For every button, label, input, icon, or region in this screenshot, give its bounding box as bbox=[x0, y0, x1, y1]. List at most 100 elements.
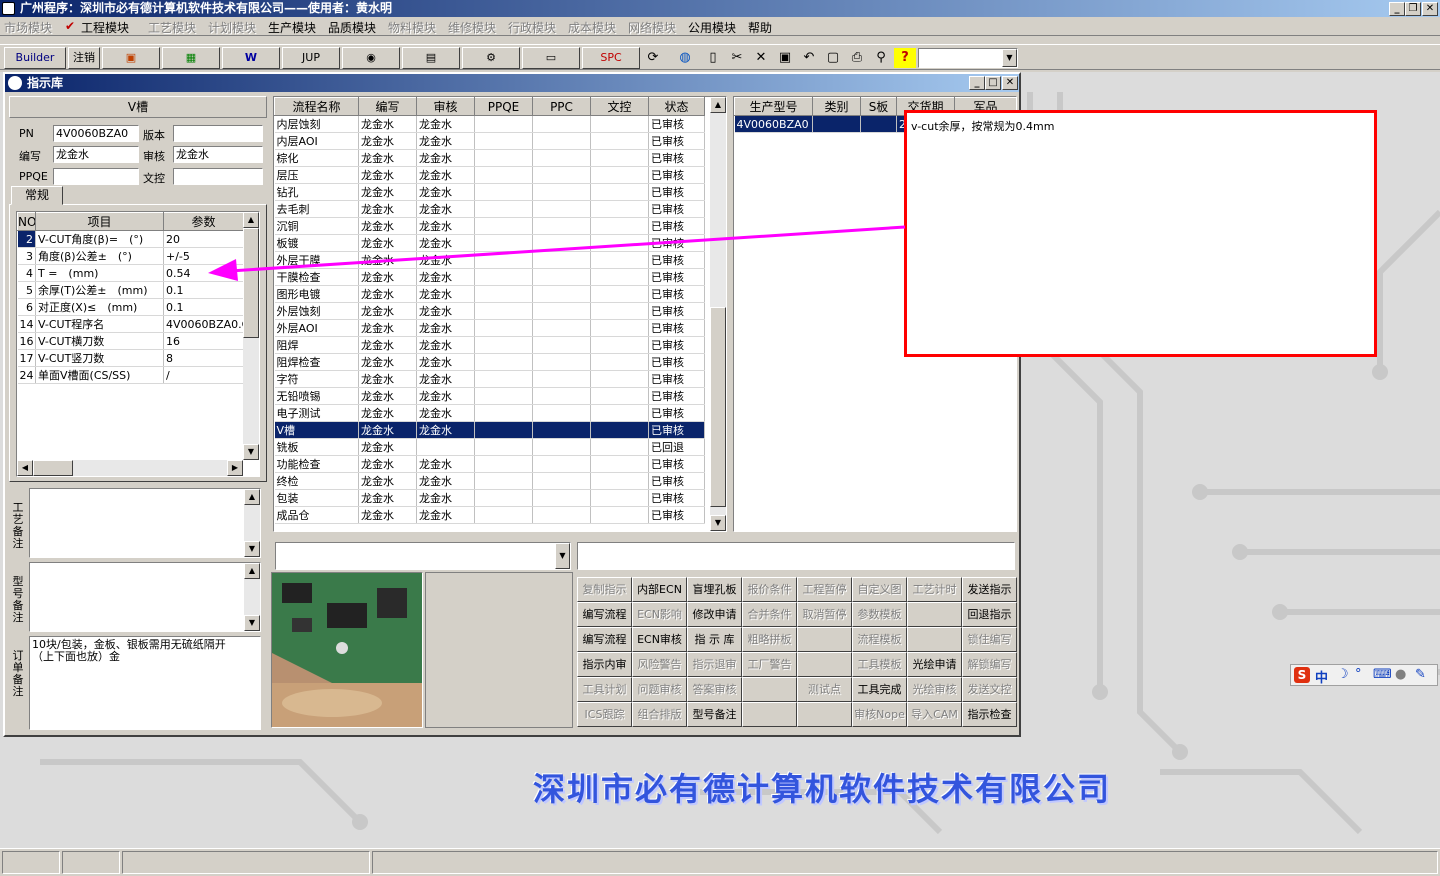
scroll-down-icon[interactable]: ▼ bbox=[243, 444, 259, 460]
action-button[interactable]: 导入CAM bbox=[907, 702, 962, 727]
print-icon[interactable]: ⎙ bbox=[846, 48, 868, 68]
action-button[interactable]: 工艺计时 bbox=[907, 577, 962, 602]
process-row[interactable]: V槽 龙金水 龙金水 已审核 bbox=[274, 421, 705, 439]
action-button[interactable]: 答案审核 bbox=[687, 677, 742, 702]
process-col-header[interactable]: 状态 bbox=[648, 97, 705, 116]
keyboard-icon[interactable]: ⌨ bbox=[1373, 667, 1392, 682]
note-textarea[interactable]: 10块/包装，金板、银板需用无硫纸隔开（上下面也放）金 bbox=[29, 636, 261, 730]
param-row[interactable]: 14V-CUT程序名4V0060BZA0.CS bbox=[17, 315, 244, 333]
process-row[interactable]: 内层蚀刻 龙金水 龙金水 已审核 bbox=[274, 115, 705, 133]
menu-item-11[interactable]: 公用模块 bbox=[688, 19, 736, 36]
process-col-header[interactable]: 编写 bbox=[358, 97, 417, 116]
process-row[interactable]: 字符 龙金水 龙金水 已审核 bbox=[274, 370, 705, 388]
process-row[interactable]: 铣板 龙金水 已回退 bbox=[274, 438, 705, 456]
menu-item-0[interactable]: 市场模块 bbox=[4, 19, 52, 36]
param-value[interactable]: / bbox=[163, 366, 244, 384]
scroll-thumb[interactable] bbox=[710, 307, 726, 507]
process-row[interactable]: 图形电镀 龙金水 龙金水 已审核 bbox=[274, 285, 705, 303]
refresh-icon[interactable]: ⟳ bbox=[642, 48, 664, 68]
cut-icon[interactable]: ✂ bbox=[726, 48, 748, 68]
action-button[interactable]: 指示内审 bbox=[577, 652, 632, 677]
action-button[interactable]: 锁住编写 bbox=[962, 627, 1017, 652]
process-row[interactable]: 层压 龙金水 龙金水 已审核 bbox=[274, 166, 705, 184]
scroll-up-icon[interactable]: ▲ bbox=[244, 563, 260, 579]
wrench-icon[interactable]: ✎ bbox=[1415, 667, 1426, 682]
production-col-header[interactable]: 生产型号 bbox=[734, 97, 813, 116]
eye-button[interactable]: ◉ bbox=[342, 47, 400, 69]
menu-item-7[interactable]: 维修模块 bbox=[448, 19, 496, 36]
action-button[interactable] bbox=[797, 627, 852, 652]
process-row[interactable]: 外层蚀刻 龙金水 龙金水 已审核 bbox=[274, 302, 705, 320]
action-button[interactable]: 指示退审 bbox=[687, 652, 742, 677]
powerpoint-button[interactable]: ▣ bbox=[102, 47, 160, 69]
action-button[interactable]: 编写流程 bbox=[577, 602, 632, 627]
action-button[interactable]: 工具计划 bbox=[577, 677, 632, 702]
builder-button[interactable]: Builder bbox=[4, 47, 66, 69]
process-col-header[interactable]: 文控 bbox=[590, 97, 649, 116]
scroll-up-icon[interactable]: ▲ bbox=[244, 489, 260, 505]
process-row[interactable]: 包装 龙金水 龙金水 已审核 bbox=[274, 489, 705, 507]
window-close-button[interactable]: ✕ bbox=[1002, 76, 1018, 90]
punct-icon[interactable]: ° bbox=[1355, 667, 1362, 682]
param-row[interactable]: 17 V-CUT竖刀数 8 bbox=[17, 349, 244, 367]
action-button[interactable] bbox=[742, 702, 797, 727]
action-button[interactable]: 工具模板 bbox=[852, 652, 907, 677]
menu-item-3[interactable]: 计划模块 bbox=[208, 19, 256, 36]
delete-icon[interactable]: ✕ bbox=[750, 48, 772, 68]
action-button[interactable]: 指示检查 bbox=[962, 702, 1017, 727]
author-field[interactable]: 龙金水 bbox=[53, 146, 139, 163]
action-button[interactable]: 问题审核 bbox=[632, 677, 687, 702]
undo-icon[interactable]: ↶ bbox=[798, 48, 820, 68]
process-row[interactable]: 无铅喷锡 龙金水 龙金水 已审核 bbox=[274, 387, 705, 405]
action-button[interactable]: 发送文控 bbox=[962, 677, 1017, 702]
process-row[interactable]: 外层AOI 龙金水 龙金水 已审核 bbox=[274, 319, 705, 337]
action-button[interactable]: 工程暂停 bbox=[797, 577, 852, 602]
action-button[interactable] bbox=[907, 627, 962, 652]
pn-field[interactable]: 4V0060BZA0 bbox=[53, 125, 139, 142]
menu-item-1[interactable]: 工程模块 bbox=[81, 19, 129, 36]
ime-lang[interactable]: 中 bbox=[1315, 667, 1328, 686]
globe-icon[interactable]: ◍ bbox=[674, 48, 696, 68]
find-icon[interactable]: ⚲ bbox=[870, 48, 892, 68]
action-button[interactable]: ICS跟踪 bbox=[577, 702, 632, 727]
sogou-logo-icon[interactable]: S bbox=[1294, 667, 1310, 683]
action-button[interactable] bbox=[907, 602, 962, 627]
action-button[interactable]: ECN审核 bbox=[632, 627, 687, 652]
process-row[interactable]: 阻焊检查 龙金水 龙金水 已审核 bbox=[274, 353, 705, 371]
menu-item-6[interactable]: 物料模块 bbox=[388, 19, 436, 36]
process-row[interactable]: 功能检查 龙金水 龙金水 已审核 bbox=[274, 455, 705, 473]
user-icon[interactable]: ● bbox=[1395, 667, 1406, 682]
window-minimize-button[interactable]: _ bbox=[969, 76, 985, 90]
process-row[interactable]: 电子测试 龙金水 龙金水 已审核 bbox=[274, 404, 705, 422]
spc-button[interactable]: SPC bbox=[582, 47, 640, 69]
action-button[interactable]: 粗略拼板 bbox=[742, 627, 797, 652]
col-item[interactable]: 项目 bbox=[35, 212, 164, 231]
param-row[interactable]: 16 V-CUT横刀数 16 bbox=[17, 332, 244, 350]
scroll-down-icon[interactable]: ▼ bbox=[244, 615, 260, 631]
param-value[interactable]: 0.1 bbox=[163, 298, 244, 316]
menu-item-12[interactable]: 帮助 bbox=[748, 19, 772, 36]
review-field[interactable]: 龙金水 bbox=[173, 146, 263, 163]
action-button[interactable]: 工具完成 bbox=[852, 677, 907, 702]
process-row[interactable]: 阻焊 龙金水 龙金水 已审核 bbox=[274, 336, 705, 354]
bottom-input-right[interactable] bbox=[577, 542, 1015, 570]
minimize-button[interactable]: _ bbox=[1389, 2, 1405, 16]
scroll-down-icon[interactable]: ▼ bbox=[710, 515, 726, 531]
action-button[interactable]: 测试点 bbox=[797, 677, 852, 702]
param-row[interactable]: 24 单面V槽面(CS/SS) / bbox=[17, 366, 244, 384]
help-icon[interactable]: ? bbox=[894, 48, 916, 68]
toolbar-combo[interactable]: ▼ bbox=[918, 48, 1018, 68]
production-col-header[interactable]: 类别 bbox=[812, 97, 861, 116]
database-button[interactable]: ▤ bbox=[402, 47, 460, 69]
action-button[interactable]: 指 示 库 bbox=[687, 627, 742, 652]
process-row[interactable]: 内层AOI 龙金水 龙金水 已审核 bbox=[274, 132, 705, 150]
action-button[interactable]: 型号备注 bbox=[687, 702, 742, 727]
note-vscroll[interactable]: ▲ ▼ bbox=[244, 563, 260, 631]
process-row[interactable]: 棕化 龙金水 龙金水 已审核 bbox=[274, 149, 705, 167]
action-button[interactable]: 修改申请 bbox=[687, 602, 742, 627]
process-col-header[interactable]: 流程名称 bbox=[274, 97, 359, 116]
action-button[interactable] bbox=[797, 652, 852, 677]
param-value[interactable]: 4V0060BZA0.CS bbox=[163, 315, 244, 333]
action-button[interactable]: 回退指示 bbox=[962, 602, 1017, 627]
save-icon[interactable]: ▣ bbox=[774, 48, 796, 68]
